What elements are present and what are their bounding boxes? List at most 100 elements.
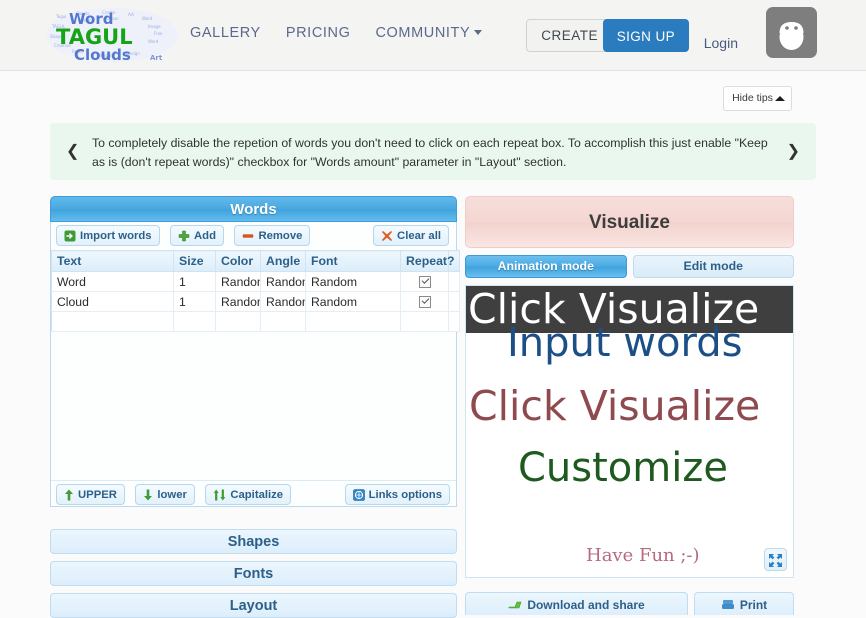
arrow-up-icon — [64, 489, 74, 501]
clear-all-button[interactable]: Clear all — [373, 225, 449, 246]
arrow-down-icon — [143, 489, 153, 501]
upper-case-label: UPPER — [78, 488, 117, 501]
column-header-repeat[interactable]: Repeat? — [400, 250, 455, 272]
cell-font[interactable]: Random — [305, 271, 401, 292]
words-table: Text Size Color Angle Font Repeat? Word … — [51, 250, 460, 332]
plus-icon — [178, 230, 190, 242]
cloud-word-click-visualize[interactable]: Click Visualize — [469, 382, 760, 430]
owl-avatar-icon[interactable] — [766, 7, 817, 58]
import-words-button[interactable]: Import words — [56, 225, 160, 246]
svg-text:Art: Art — [128, 12, 134, 17]
table-row[interactable]: Cloud 1 Random Random Random — [51, 291, 460, 312]
nav-item-gallery[interactable]: GALLERY — [190, 25, 261, 41]
cell-text[interactable]: Word — [51, 271, 174, 292]
capitalize-label: Capitalize — [230, 488, 284, 501]
arrow-up-down-icon — [213, 489, 226, 501]
svg-text:Free: Free — [154, 31, 163, 36]
cell-repeat[interactable] — [400, 291, 449, 312]
cell-size[interactable]: 1 — [173, 291, 216, 312]
column-header-angle[interactable]: Angle — [260, 250, 306, 272]
visualize-button[interactable]: Visualize — [465, 196, 794, 248]
capitalize-button[interactable]: Capitalize — [205, 484, 292, 505]
table-row[interactable]: Word 1 Random Random Random — [51, 271, 460, 292]
chevron-up-icon — [774, 93, 785, 101]
words-case-toolbar: UPPER lower Capitalize Links options — [51, 480, 456, 506]
cloud-word-highlight-label: Click Visualize — [468, 285, 760, 333]
download-icon — [508, 599, 522, 611]
nav-label-gallery: GALLERY — [190, 25, 261, 41]
words-panel-body: Import words Add Remove Clear all Text S… — [50, 222, 460, 507]
cell-color[interactable]: Random — [215, 291, 261, 312]
section-layout[interactable]: Layout — [50, 593, 457, 618]
word-cloud-canvas[interactable]: Input words Click Visualize Click Visual… — [465, 285, 794, 578]
words-toolbar: Import words Add Remove Clear all — [51, 222, 456, 250]
links-icon — [352, 488, 365, 501]
words-table-header-row: Text Size Color Angle Font Repeat? — [51, 250, 460, 272]
cell-angle[interactable]: Random — [260, 271, 306, 292]
cloud-word-customize[interactable]: Customize — [518, 445, 728, 491]
svg-text:Clouds: Clouds — [74, 46, 131, 64]
tagul-word-clouds-logo[interactable]: Tagul Clouds Create Art Word TAGUL Image Fre… — [42, 4, 182, 66]
hide-tips-button[interactable]: Hide tips — [723, 86, 792, 111]
section-fonts[interactable]: Fonts — [50, 561, 457, 586]
nav-item-pricing[interactable]: PRICING — [286, 25, 351, 41]
repeat-checkbox[interactable] — [418, 276, 431, 289]
cell-angle[interactable]: Random — [260, 291, 306, 312]
svg-text:Image: Image — [148, 24, 161, 29]
links-options-button[interactable]: Links options — [344, 484, 450, 505]
minus-icon — [242, 230, 254, 242]
cell-repeat[interactable] — [400, 311, 449, 332]
cell-size[interactable]: 1 — [173, 271, 216, 292]
visualize-bottom-actions: Download and share Print — [465, 592, 794, 615]
remove-word-label: Remove — [258, 229, 303, 242]
clear-all-label: Clear all — [397, 229, 441, 242]
tab-edit-mode[interactable]: Edit mode — [632, 255, 794, 278]
svg-text:Art: Art — [150, 54, 163, 62]
nav-item-community[interactable]: COMMUNITY — [375, 25, 483, 41]
print-label: Print — [739, 598, 768, 612]
print-button[interactable]: Print — [694, 592, 794, 615]
cloud-word-have-fun[interactable]: Have Fun ;-) — [586, 545, 700, 566]
cloud-word-click-visualize-highlighted[interactable]: Click Visualize — [466, 285, 793, 333]
lower-case-button[interactable]: lower — [135, 484, 195, 505]
words-panel: Words Import words Add Remove Clear all … — [50, 196, 460, 507]
tip-prev-button[interactable]: ❮ — [66, 141, 79, 161]
cell-spacer — [448, 271, 460, 292]
site-header: Tagul Clouds Create Art Word TAGUL Image Fre… — [0, 0, 866, 71]
lower-case-label: lower — [157, 488, 187, 501]
download-and-share-button[interactable]: Download and share — [465, 592, 688, 615]
cell-size[interactable] — [173, 311, 216, 332]
table-row[interactable] — [51, 311, 460, 332]
repeat-checkbox[interactable] — [418, 296, 431, 309]
create-button[interactable]: CREATE — [526, 19, 613, 52]
add-word-button[interactable]: Add — [170, 225, 224, 246]
words-panel-title: Words — [50, 196, 457, 222]
add-word-label: Add — [194, 229, 216, 242]
tip-next-button[interactable]: ❯ — [787, 141, 800, 161]
cell-text[interactable]: Cloud — [51, 291, 174, 312]
fullscreen-expand-icon[interactable] — [764, 548, 787, 571]
cell-color[interactable] — [215, 311, 261, 332]
column-header-color[interactable]: Color — [215, 250, 261, 272]
cell-angle[interactable] — [260, 311, 306, 332]
cell-color[interactable]: Random — [215, 271, 261, 292]
upper-case-button[interactable]: UPPER — [56, 484, 125, 505]
cell-text[interactable] — [51, 311, 174, 332]
cell-font[interactable]: Random — [305, 291, 401, 312]
mode-tabs: Animation mode Edit mode — [465, 255, 794, 278]
column-header-font[interactable]: Font — [305, 250, 401, 272]
remove-word-button[interactable]: Remove — [234, 225, 311, 246]
cell-spacer — [448, 311, 460, 332]
tip-text: To completely disable the repetion of wo… — [92, 136, 768, 169]
nav-label-community: COMMUNITY — [375, 25, 471, 41]
tab-animation-mode[interactable]: Animation mode — [465, 255, 627, 278]
column-header-size[interactable]: Size — [173, 250, 216, 272]
cell-font[interactable] — [305, 311, 401, 332]
sign-up-button[interactable]: SIGN UP — [602, 19, 689, 52]
cell-repeat[interactable] — [400, 271, 449, 292]
import-words-label: Import words — [80, 229, 152, 242]
section-shapes[interactable]: Shapes — [50, 529, 457, 554]
print-icon — [721, 599, 735, 611]
column-header-text[interactable]: Text — [51, 250, 174, 272]
login-link[interactable]: Login — [704, 35, 738, 51]
